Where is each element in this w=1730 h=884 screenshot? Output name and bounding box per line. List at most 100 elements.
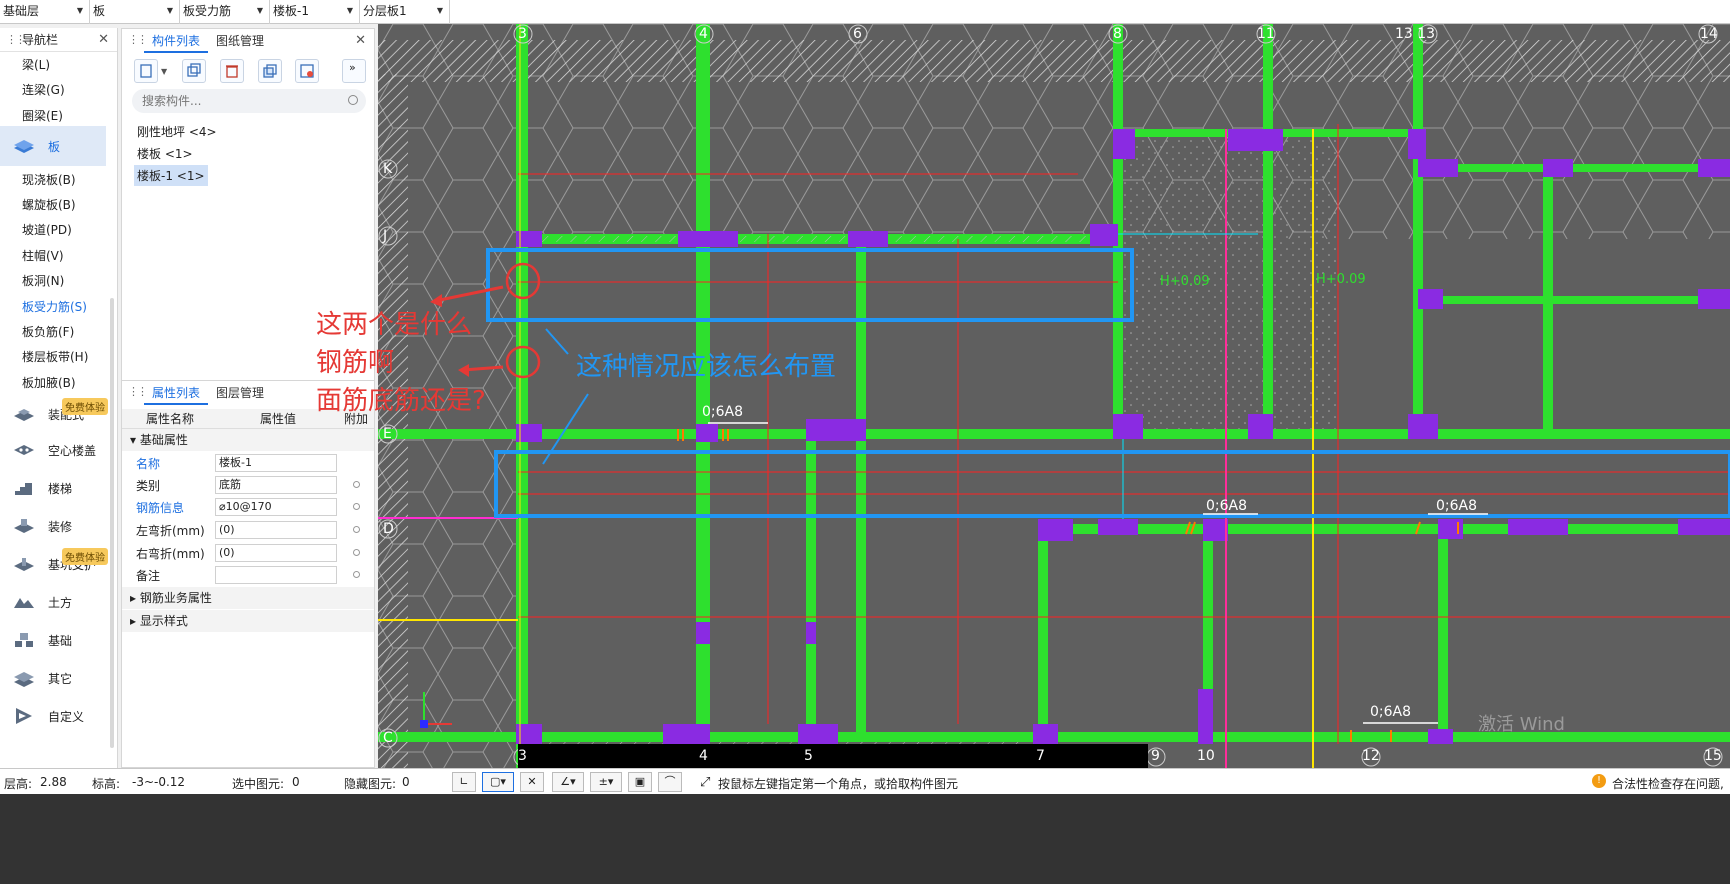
nav-category-custom[interactable]: 自定义 xyxy=(0,696,118,736)
display-button[interactable]: ▣ xyxy=(628,772,652,792)
bottom-band xyxy=(518,744,1148,768)
additional-checkbox[interactable] xyxy=(353,481,360,488)
group-basic-properties[interactable]: ▾ 基础属性 xyxy=(122,429,374,451)
category-select[interactable]: 板 ▼ xyxy=(90,0,180,24)
nav-item-spiral-slab[interactable]: 螺旋板(B) xyxy=(22,196,76,213)
property-row: 备注 xyxy=(122,564,374,586)
property-panel: ⋮⋮ 属性列表 图层管理 属性名称 属性值 附加 ▾ 基础属性 名称 楼板-1 类别… xyxy=(121,380,375,768)
property-name: 左弯折(mm) xyxy=(136,524,205,538)
axis-label-bottom: 12 xyxy=(1362,748,1380,764)
group-rebar-business[interactable]: ▸ 钢筋业务属性 xyxy=(122,587,374,609)
nav-category-foundation[interactable]: 基础 xyxy=(0,620,118,660)
nav-item-slab-band[interactable]: 楼层板带(H) xyxy=(22,348,88,365)
nav-item-ring-beam[interactable]: 圈梁(E) xyxy=(22,107,63,124)
nav-category-other[interactable]: 其它 xyxy=(0,658,118,698)
angle-button[interactable]: ∠▾ xyxy=(552,772,584,792)
filter-button[interactable] xyxy=(295,59,319,83)
search-icon[interactable] xyxy=(348,95,358,105)
axis-label-left: E xyxy=(383,426,392,442)
property-value-input[interactable]: (0) xyxy=(215,544,337,562)
component-select[interactable]: 楼板-1 ▼ xyxy=(270,0,360,24)
nav-item-beam[interactable]: 梁(L) xyxy=(22,56,50,73)
nav-item-cast-slab[interactable]: 现浇板(B) xyxy=(22,171,76,188)
ortho-button[interactable]: ∟ xyxy=(452,772,476,792)
chevron-down-icon[interactable]: ▼ xyxy=(161,67,167,76)
nav-header: ⋮⋮ 导航栏 ✕ xyxy=(0,28,117,52)
cross-button[interactable]: ✕ xyxy=(520,772,544,792)
more-button[interactable]: » xyxy=(342,59,366,83)
offset-button[interactable]: ±▾ xyxy=(590,772,622,792)
property-value-input[interactable]: 底筋 xyxy=(215,476,337,494)
tab-layer-management[interactable]: 图层管理 xyxy=(208,381,272,405)
new-component-button[interactable] xyxy=(134,59,158,83)
additional-checkbox[interactable] xyxy=(353,571,360,578)
copy-icon xyxy=(187,63,201,77)
nav-category-earthwork-label: 土方 xyxy=(48,596,73,610)
axis-label-bottom: 9 xyxy=(1151,748,1160,764)
property-value-input[interactable]: (0) xyxy=(215,521,337,539)
nav-category-slab[interactable]: 板 xyxy=(0,126,106,166)
floor-height-label: 层高: xyxy=(4,777,33,791)
component-item[interactable]: 楼板 <1> xyxy=(134,143,196,164)
close-icon[interactable]: ✕ xyxy=(355,33,366,48)
nav-item-slab-rebar[interactable]: 板受力筋(S) xyxy=(22,298,87,315)
group-display-style[interactable]: ▸ 显示样式 xyxy=(122,610,374,632)
hidden-count-label: 隐藏图元: xyxy=(344,777,397,791)
hatch-strip-top xyxy=(378,40,1730,82)
decoration-icon xyxy=(14,519,34,533)
drawing-canvas[interactable]: 3 4 6 8 11 13 13 14 K J E D C 3 4 5 7 9 … xyxy=(378,24,1730,768)
layer-copy-button[interactable] xyxy=(258,59,282,83)
wall xyxy=(1418,164,1730,172)
nav-item-negative-rebar[interactable]: 板负筋(F) xyxy=(22,323,74,340)
additional-checkbox[interactable] xyxy=(353,503,360,510)
floor-select[interactable]: 基础层 ▼ xyxy=(0,0,90,24)
close-icon[interactable]: ✕ xyxy=(98,28,109,52)
status-bar: 层高: 2.88 标高: -3~-0.12 选中图元: 0 隐藏图元: 0 ∟ … xyxy=(0,768,1730,794)
nav-category-slab-label: 板 xyxy=(48,140,61,154)
property-value-input[interactable]: ⌀10@170 xyxy=(215,498,337,516)
wall xyxy=(806,429,816,734)
property-value-input[interactable]: 楼板-1 xyxy=(215,454,337,472)
snap-mode-button[interactable]: ▢▾ xyxy=(482,772,514,792)
validation-status[interactable]: 合法性检查存在问题, xyxy=(1612,775,1724,792)
arc-button[interactable]: ⌒ xyxy=(658,772,682,792)
type-select[interactable]: 板受力筋 ▼ xyxy=(180,0,270,24)
component-item[interactable]: 刚性地坪 <4> xyxy=(134,121,220,142)
property-row: 右弯折(mm) (0) xyxy=(122,542,374,564)
nav-category-hollow-floor[interactable]: 空心楼盖 xyxy=(0,430,118,470)
nav-item-slab-hole[interactable]: 板洞(N) xyxy=(22,272,64,289)
delete-button[interactable] xyxy=(220,59,244,83)
property-value-input[interactable] xyxy=(215,566,337,584)
component-item-selected[interactable]: 楼板-1 <1> xyxy=(134,165,208,186)
nav-scrollbar[interactable] xyxy=(110,298,114,748)
warning-icon[interactable]: ! xyxy=(1592,774,1606,788)
nav-category-pit-support[interactable]: 基坑支护 免费体验 xyxy=(0,544,118,584)
copy-button[interactable] xyxy=(182,59,206,83)
component-tabs: 构件列表 图纸管理 xyxy=(144,29,272,53)
nav-category-decoration[interactable]: 装修 xyxy=(0,506,118,546)
nav-item-ramp[interactable]: 坡道(PD) xyxy=(22,221,72,238)
axis-label-top: 8 xyxy=(1113,26,1122,42)
tab-drawing-management[interactable]: 图纸管理 xyxy=(208,29,272,53)
property-name: 钢筋信息 xyxy=(136,501,185,515)
nav-category-custom-label: 自定义 xyxy=(48,710,85,724)
annotation-question-blue: 这种情况应该怎么布置 xyxy=(576,352,837,382)
nav-category-prefab[interactable]: 装配式 免费体验 xyxy=(0,394,118,434)
additional-checkbox[interactable] xyxy=(353,549,360,556)
nav-category-earthwork[interactable]: 土方 xyxy=(0,582,118,622)
nav-category-stairs[interactable]: 楼梯 xyxy=(0,468,118,508)
nav-item-haunch[interactable]: 板加腋(B) xyxy=(22,374,76,391)
axis-label-left: C xyxy=(383,730,393,746)
new-icon xyxy=(140,64,152,78)
hatch-strip-left xyxy=(378,74,408,768)
component-search-input[interactable] xyxy=(132,89,366,113)
layer-select[interactable]: 分层板1 ▼ xyxy=(360,0,450,24)
drawing-svg xyxy=(378,24,1730,768)
tab-property-list[interactable]: 属性列表 xyxy=(144,381,209,405)
additional-checkbox[interactable] xyxy=(353,526,360,533)
tab-component-list[interactable]: 构件列表 xyxy=(144,29,209,53)
nav-item-column-cap[interactable]: 柱帽(V) xyxy=(22,247,64,264)
height-label: H+0.09 xyxy=(1316,272,1366,287)
property-name: 右弯折(mm) xyxy=(136,547,205,561)
nav-item-link-beam[interactable]: 连梁(G) xyxy=(22,81,65,98)
